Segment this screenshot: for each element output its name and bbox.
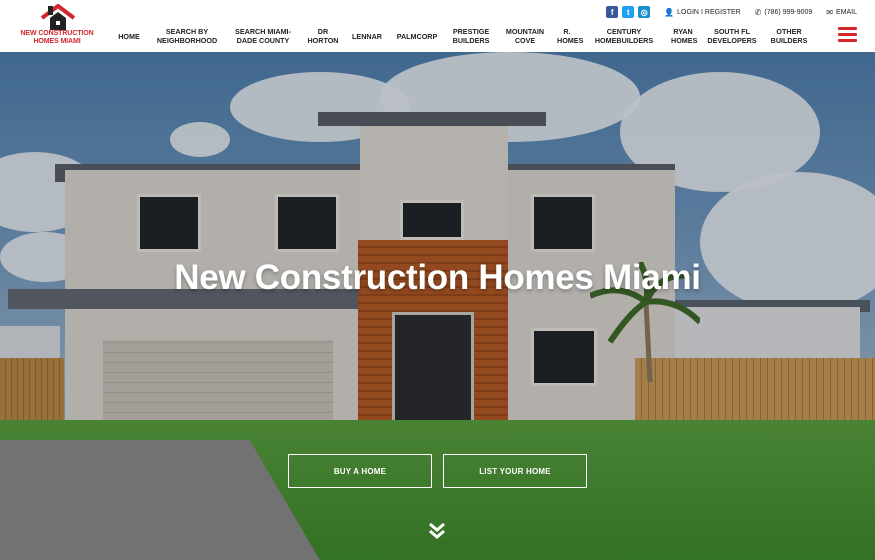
nav-item-r-homes[interactable]: R. HOMES	[552, 27, 583, 45]
phone-link[interactable]: ✆ (786) 999-9009	[755, 8, 813, 17]
envelope-icon: ✉	[826, 7, 833, 17]
nav-item-palmcorp[interactable]: PALMCORP	[390, 32, 444, 41]
site-header: NEW CONSTRUCTION HOMES MIAMI f t ◎ 👤 LOG…	[0, 0, 875, 52]
nav-item-south-fl-developers[interactable]: SOUTH FL DEVELOPERS	[700, 27, 764, 45]
twitter-icon[interactable]: t	[622, 6, 635, 18]
instagram-icon[interactable]: ◎	[638, 6, 651, 18]
register-link[interactable]: REGISTER	[705, 9, 741, 16]
main-nav: HOME SEARCH BY NEIGHBORHOOD SEARCH MIAMI…	[108, 25, 814, 47]
nav-item-other-builders[interactable]: OTHER BUILDERS	[764, 27, 814, 45]
site-logo[interactable]: NEW CONSTRUCTION HOMES MIAMI	[18, 4, 98, 48]
nav-item-century-homebuilders[interactable]: CENTURY HOMEBUILDERS	[582, 27, 666, 45]
email-label: EMAIL	[835, 8, 857, 16]
logo-text: NEW CONSTRUCTION HOMES MIAMI	[20, 30, 94, 45]
nav-item-search-miami-dade-county[interactable]: SEARCH MIAMI-DADE COUNTY	[224, 27, 302, 45]
facebook-icon[interactable]: f	[606, 6, 619, 18]
login-register: 👤 LOGIN I REGISTER	[664, 8, 741, 17]
nav-item-prestige-builders[interactable]: PRESTIGE BUILDERS	[444, 27, 498, 45]
phone-number: (786) 999-9009	[764, 8, 813, 16]
scroll-down-chevron-icon[interactable]	[428, 522, 446, 540]
nav-item-dr-horton[interactable]: DR HORTON	[302, 27, 344, 45]
top-bar: f t ◎ 👤 LOGIN I REGISTER ✆ (786) 999-900…	[606, 5, 857, 19]
hero-title: New Construction Homes Miami	[174, 258, 701, 297]
phone-icon: ✆	[754, 7, 762, 17]
list-your-home-button[interactable]: LIST YOUR HOME	[443, 454, 587, 488]
buy-a-home-button[interactable]: BUY A HOME	[288, 454, 432, 488]
hero-section: New Construction Homes Miami BUY A HOME …	[0, 52, 875, 560]
hamburger-menu-icon[interactable]	[838, 27, 857, 42]
hero-overlay	[0, 52, 875, 560]
nav-item-search-by-neighborhood[interactable]: SEARCH BY NEIGHBORHOOD	[150, 27, 224, 45]
login-link[interactable]: LOGIN	[677, 9, 699, 16]
nav-item-home[interactable]: HOME	[108, 32, 150, 41]
nav-item-mountain-cove[interactable]: MOUNTAIN COVE	[498, 27, 552, 45]
email-link[interactable]: ✉ EMAIL	[826, 8, 857, 17]
user-icon: 👤	[664, 7, 675, 17]
nav-item-lennar[interactable]: LENNAR	[344, 32, 390, 41]
nav-item-ryan-homes[interactable]: RYAN HOMES	[666, 27, 700, 45]
login-separator: I	[700, 8, 703, 16]
house-logo-icon	[40, 4, 76, 30]
